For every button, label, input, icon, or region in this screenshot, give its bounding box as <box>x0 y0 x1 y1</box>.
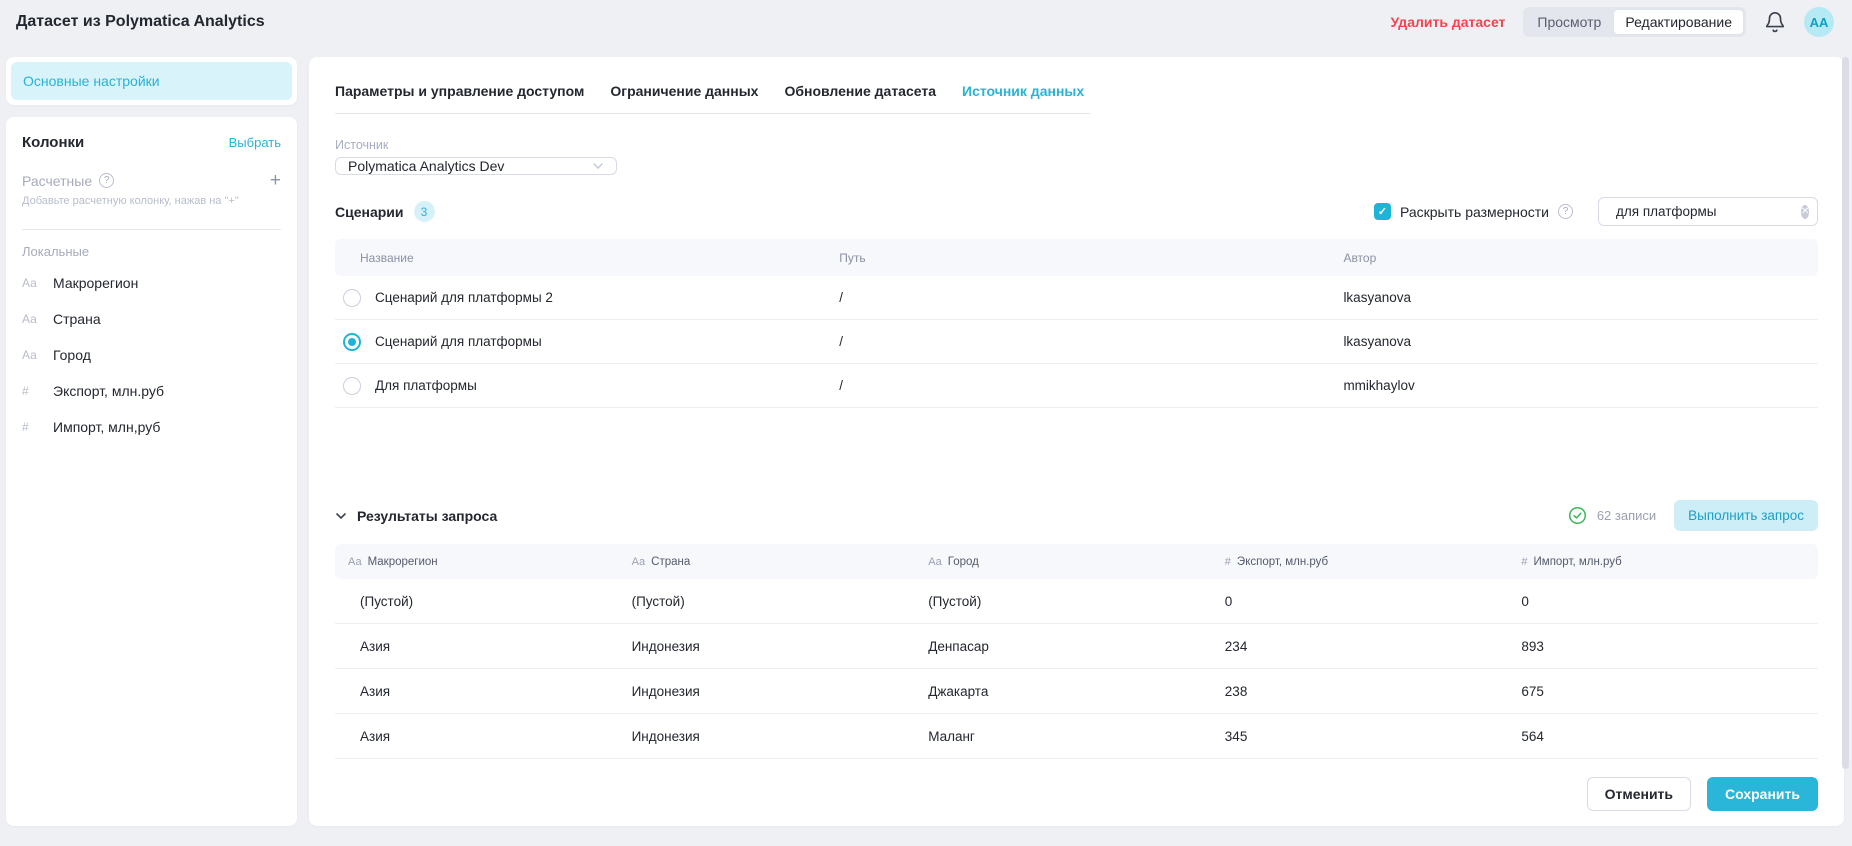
sidebar-item-main-settings[interactable]: Основные настройки <box>11 62 292 100</box>
radio-checked[interactable] <box>343 333 361 351</box>
top-bar: Датасет из Polymatica Analytics Удалить … <box>0 0 1852 44</box>
page-title: Датасет из Polymatica Analytics <box>16 13 265 31</box>
table-row: Азия Индонезия Джакарта 238 675 <box>335 669 1818 714</box>
scenario-row[interactable]: Сценарий для платформы 2 / lkasyanova <box>335 276 1818 320</box>
tab-data-restriction[interactable]: Ограничение данных <box>610 83 758 99</box>
run-query-button[interactable]: Выполнить запрос <box>1674 500 1818 531</box>
string-type-icon: Аа <box>928 556 942 568</box>
footer-actions: Отменить Сохранить <box>335 759 1818 811</box>
source-select[interactable]: Polymatica Analytics Dev <box>335 157 617 175</box>
scenario-row-selected[interactable]: Сценарий для платформы / lkasyanova <box>335 320 1818 364</box>
string-type-icon: Аа <box>348 556 362 568</box>
cancel-button[interactable]: Отменить <box>1587 777 1691 811</box>
avatar[interactable]: AA <box>1804 7 1834 37</box>
chevron-down-icon <box>335 510 347 522</box>
expand-dimensions-help-icon[interactable]: ? <box>1558 204 1573 219</box>
results-table-header: АаМакрорегион АаСтрана АаГород #Экспорт,… <box>335 544 1818 579</box>
number-type-icon: # <box>22 384 40 398</box>
number-type-icon: # <box>22 420 40 434</box>
notifications-bell-icon[interactable] <box>1764 11 1786 33</box>
table-row: Азия Индонезия Маланг 345 564 <box>335 714 1818 759</box>
scenarios-count-badge: 3 <box>414 201 435 222</box>
radio-unchecked[interactable] <box>343 289 361 307</box>
string-type-icon: Аа <box>22 348 40 362</box>
tab-data-source[interactable]: Источник данных <box>962 83 1084 99</box>
vertical-scrollbar[interactable] <box>1842 57 1849 769</box>
view-mode-button[interactable]: Просмотр <box>1525 9 1613 35</box>
number-type-icon: # <box>1521 556 1527 568</box>
save-button[interactable]: Сохранить <box>1707 777 1818 811</box>
number-type-icon: # <box>1225 556 1231 568</box>
results-collapse-toggle[interactable]: Результаты запроса <box>335 508 497 524</box>
results-title: Результаты запроса <box>357 508 497 524</box>
column-item-macroregion[interactable]: Аа Макрорегион <box>22 265 281 301</box>
sidebar-divider <box>22 229 281 230</box>
scenario-row[interactable]: Для платформы / mmikhaylov <box>335 364 1818 408</box>
edit-mode-button[interactable]: Редактирование <box>1613 9 1744 35</box>
sidebar-nav-card: Основные настройки <box>6 57 297 105</box>
expand-dimensions-checkbox[interactable]: ✓ <box>1374 203 1391 220</box>
tab-dataset-refresh[interactable]: Обновление датасета <box>784 83 936 99</box>
column-item-export[interactable]: # Экспорт, млн.руб <box>22 373 281 409</box>
top-bar-actions: Удалить датасет Просмотр Редактирование … <box>1390 7 1834 37</box>
calculated-help-icon[interactable]: ? <box>99 173 114 188</box>
column-item-import[interactable]: # Импорт, млн,руб <box>22 409 281 445</box>
expand-dimensions-label: Раскрыть размерности <box>1400 204 1549 220</box>
column-item-country[interactable]: Аа Страна <box>22 301 281 337</box>
string-type-icon: Аа <box>22 312 40 326</box>
scenarios-table: Название Путь Автор Сценарий для платфор… <box>335 239 1818 408</box>
sidebar: Основные настройки Колонки Выбрать Расче… <box>6 57 297 826</box>
radio-unchecked[interactable] <box>343 377 361 395</box>
columns-title: Колонки <box>22 134 84 151</box>
string-type-icon: Аа <box>22 276 40 290</box>
columns-select-link[interactable]: Выбрать <box>229 135 281 150</box>
results-table: АаМакрорегион АаСтрана АаГород #Экспорт,… <box>335 544 1818 759</box>
delete-dataset-button[interactable]: Удалить датасет <box>1390 14 1505 30</box>
calculated-label: Расчетные <box>22 173 92 189</box>
scenario-search-input[interactable] <box>1616 204 1793 219</box>
header-name: Название <box>335 251 839 265</box>
add-calculated-column-button[interactable]: + <box>270 171 281 190</box>
results-toolbar: Результаты запроса 62 записи Выполнить з… <box>335 500 1818 531</box>
table-row: Азия Индонезия Денпасар 234 893 <box>335 624 1818 669</box>
header-author: Автор <box>1343 251 1818 265</box>
scenarios-table-header: Название Путь Автор <box>335 239 1818 276</box>
records-count: 62 записи <box>1597 508 1656 523</box>
chevron-down-icon <box>592 160 604 172</box>
scenarios-title: Сценарии <box>335 204 404 220</box>
tab-parameters-access[interactable]: Параметры и управление доступом <box>335 83 584 99</box>
calculated-hint: Добавьте расчетную колонку, нажав на "+" <box>22 195 281 207</box>
tabs-bar: Параметры и управление доступом Ограниче… <box>335 83 1090 114</box>
local-columns-label: Локальные <box>22 244 281 259</box>
source-label: Источник <box>335 138 1818 152</box>
sidebar-columns-card: Колонки Выбрать Расчетные ? + Добавьте р… <box>6 117 297 826</box>
header-path: Путь <box>839 251 1343 265</box>
main-panel: Параметры и управление доступом Ограниче… <box>309 57 1844 826</box>
success-check-icon <box>1568 506 1587 525</box>
scenarios-toolbar: Сценарии 3 ✓ Раскрыть размерности ? ✕ <box>335 197 1818 226</box>
table-row: (Пустой) (Пустой) (Пустой) 0 0 <box>335 579 1818 624</box>
string-type-icon: Аа <box>632 556 646 568</box>
content-area: Основные настройки Колонки Выбрать Расче… <box>0 44 1852 834</box>
scenario-search: ✕ <box>1598 197 1818 226</box>
clear-search-icon[interactable]: ✕ <box>1801 205 1809 219</box>
column-item-city[interactable]: Аа Город <box>22 337 281 373</box>
mode-switcher: Просмотр Редактирование <box>1523 7 1746 37</box>
